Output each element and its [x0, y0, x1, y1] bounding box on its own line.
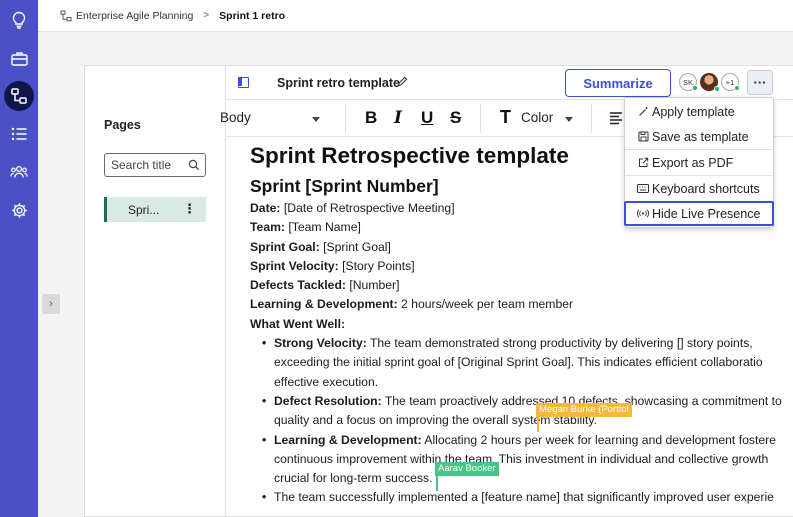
magic-wand-icon [637, 106, 649, 118]
presence-cursor-caret [537, 416, 539, 432]
pages-title: Pages [104, 118, 141, 132]
breadcrumb-separator: > [203, 10, 210, 21]
list-icon[interactable] [7, 122, 31, 146]
more-options-button[interactable]: ··· [747, 70, 773, 95]
pencil-icon[interactable] [397, 76, 408, 87]
bullet-list: Strong Velocity: The team demonstrated s… [262, 334, 793, 508]
underline-button[interactable]: U [421, 108, 433, 128]
export-icon [637, 157, 649, 169]
online-status-icon [714, 86, 720, 92]
search-placeholder: Search title [111, 158, 172, 172]
avatar-initials: SK [682, 77, 693, 87]
list-item: Defect Resolution: The team proactively … [262, 392, 793, 431]
hierarchy-small-icon [60, 10, 72, 22]
online-status-icon [692, 85, 698, 91]
strikethrough-button[interactable]: S [450, 108, 461, 128]
online-status-icon [734, 85, 740, 91]
menu-item-save-as-template[interactable]: Save as template [625, 124, 775, 149]
text-style-select[interactable]: Body [220, 110, 320, 125]
hierarchy-icon[interactable] [4, 81, 34, 111]
toolbar-divider [591, 104, 592, 133]
sidebar-toggle-icon[interactable] [238, 77, 249, 88]
presence-cursor-label: Aarav Booker [435, 462, 499, 476]
app-root: Enterprise Agile Planning > Sprint 1 ret… [0, 0, 793, 517]
menu-item-hide-live-presence[interactable]: Hide Live Presence [624, 201, 774, 226]
chevron-right-icon: › [49, 298, 53, 310]
section-heading: What Went Well: [250, 316, 346, 331]
avatar-overflow[interactable]: +1 [721, 73, 740, 91]
editor-header: Sprint retro template Summarize SK +1 ·· [226, 66, 793, 99]
bold-button[interactable]: B [365, 108, 377, 128]
chevron-down-icon[interactable] [565, 117, 573, 122]
presence-cursor-caret [436, 475, 438, 491]
align-left-icon[interactable] [609, 111, 623, 125]
field-sprint-goal: Sprint Goal: [Sprint Goal] [250, 239, 391, 254]
lightbulb-icon[interactable] [7, 8, 31, 32]
document-title[interactable]: Sprint retro template [277, 76, 400, 90]
field-learning-development: Learning & Development: 2 hours/week per… [250, 297, 574, 312]
text-color-button[interactable]: Color [521, 110, 553, 125]
page-item-label: Spri... [128, 202, 160, 217]
more-options-menu: Apply template Save as template Export a… [624, 97, 775, 228]
list-item: Learning & Development: Allocating 2 hou… [262, 431, 793, 489]
list-item: The team successfully implemented a [fea… [262, 488, 793, 508]
avatar[interactable]: SK [679, 73, 698, 91]
broadcast-icon [637, 208, 649, 220]
breadcrumb: Enterprise Agile Planning > Sprint 1 ret… [38, 0, 793, 32]
search-icon [188, 159, 200, 171]
menu-item-export-pdf[interactable]: Export as PDF [625, 150, 775, 175]
toolbar-divider [345, 104, 346, 133]
avatar-overflow-count: +1 [725, 77, 735, 87]
chevron-down-icon[interactable] [312, 117, 320, 122]
expand-panel-button[interactable]: › [42, 294, 60, 314]
italic-button[interactable]: I [394, 108, 402, 128]
field-defects-tackled: Defects Tackled: [Number] [250, 278, 400, 293]
list-item: Strong Velocity: The team demonstrated s… [262, 334, 793, 392]
keyboard-icon [637, 183, 649, 195]
toolbar-divider [480, 104, 481, 133]
breadcrumb-current: Sprint 1 retro [219, 9, 286, 22]
app-rail [0, 0, 38, 517]
briefcase-icon[interactable] [7, 46, 31, 70]
breadcrumb-root[interactable]: Enterprise Agile Planning [76, 10, 193, 22]
kebab-menu-icon[interactable]: ⋮ [183, 202, 196, 216]
presence-cursor-label: Megan Burke (Portfol [536, 403, 632, 417]
avatar-photo[interactable] [700, 73, 720, 92]
menu-item-keyboard-shortcuts[interactable]: Keyboard shortcuts [625, 176, 775, 201]
pages-panel: Pages Search title Spri... ⋮ [85, 66, 226, 516]
text-color-icon[interactable]: T [500, 107, 511, 128]
team-icon[interactable] [7, 160, 31, 184]
save-icon [637, 131, 649, 143]
summarize-button[interactable]: Summarize [565, 69, 671, 97]
settings-icon[interactable] [7, 198, 31, 222]
field-sprint-velocity: Sprint Velocity: [Story Points] [250, 258, 415, 273]
search-input[interactable]: Search title [104, 153, 206, 177]
menu-item-apply-template[interactable]: Apply template [625, 99, 775, 124]
page-list-item[interactable]: Spri... ⋮ [104, 197, 206, 222]
